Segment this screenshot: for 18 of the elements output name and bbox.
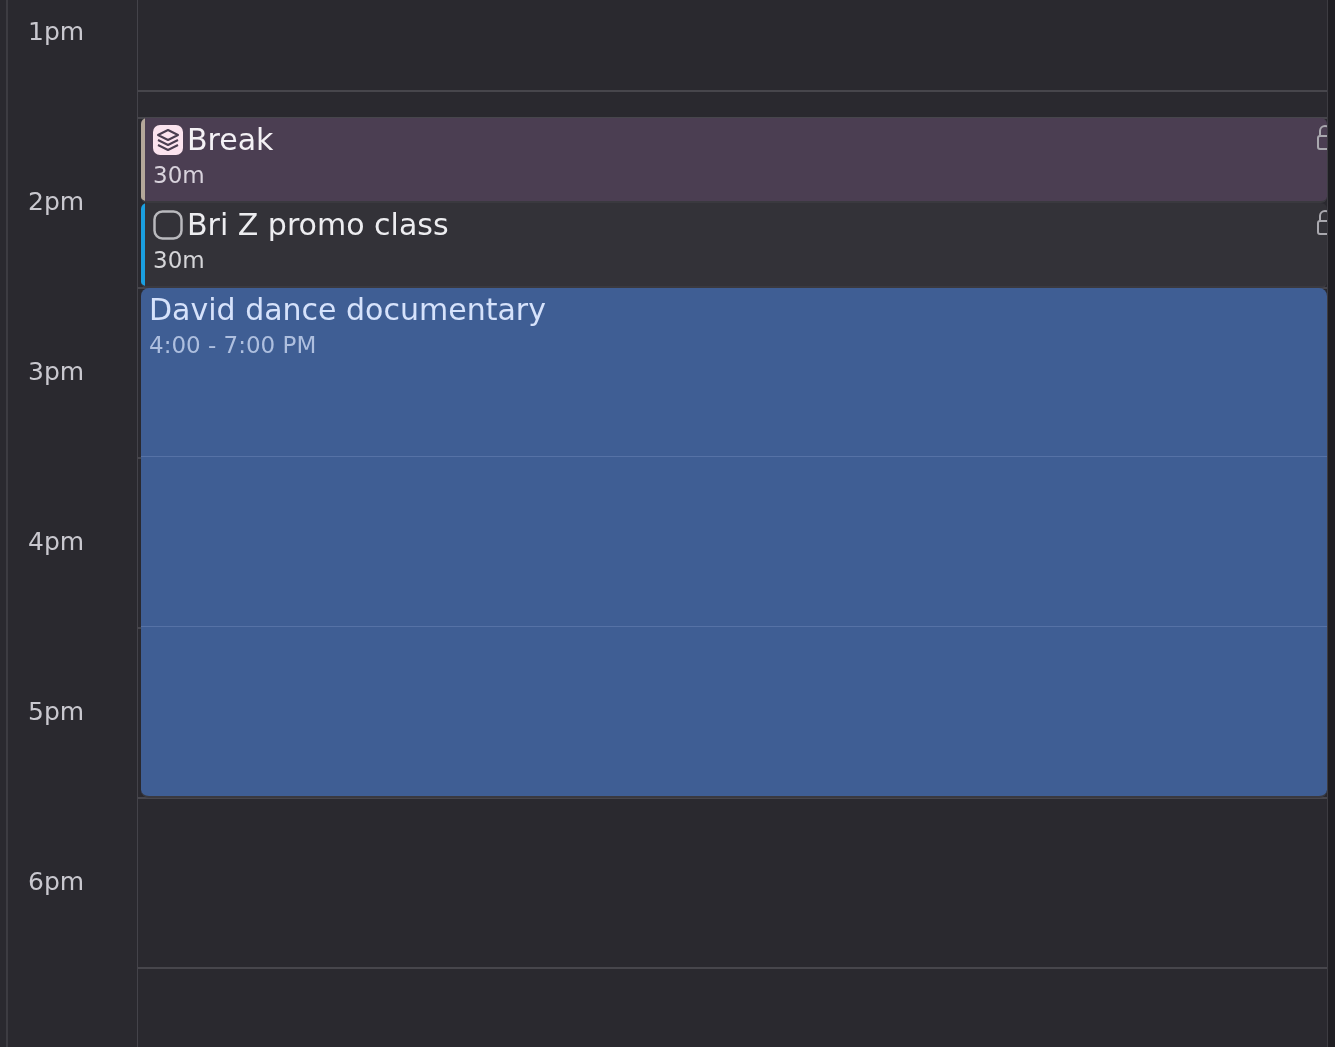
scrollbar[interactable]	[1327, 0, 1335, 1047]
hour-label: 3pm	[28, 356, 85, 388]
event-duration: 30m	[153, 162, 205, 188]
hour-label: 6pm	[28, 866, 85, 898]
event-title: Break	[187, 122, 274, 158]
event-title: David dance documentary	[149, 292, 546, 328]
hour-label: 2pm	[28, 186, 85, 218]
hour-label: 5pm	[28, 696, 85, 728]
hour-label: 1pm	[28, 16, 85, 48]
checkbox[interactable]	[153, 210, 183, 240]
event-card[interactable]: Break 30m	[141, 118, 1327, 203]
event-card[interactable]: David dance documentary 4:00 - 7:00 PM	[141, 288, 1327, 798]
hour-label: 4pm	[28, 526, 85, 558]
layers-icon	[153, 125, 183, 155]
event-title: Bri Z promo class	[187, 207, 449, 243]
event-card[interactable]: Bri Z promo class 30m	[141, 203, 1327, 288]
event-time: 4:00 - 7:00 PM	[149, 332, 317, 358]
event-duration: 30m	[153, 247, 205, 273]
